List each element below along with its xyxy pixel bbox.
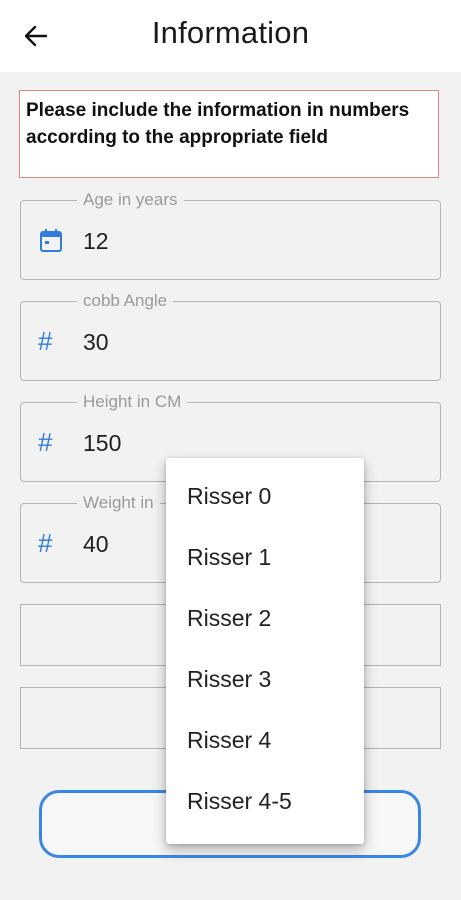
height-value: 150 (83, 430, 122, 456)
menu-item-risser-4[interactable]: Risser 4 (166, 710, 364, 771)
age-value: 12 (83, 228, 109, 254)
app-bar: Information (0, 0, 461, 72)
height-field-label: Height in CM (77, 392, 188, 412)
hash-icon: # (38, 326, 53, 356)
menu-item-risser-1[interactable]: Risser 1 (166, 527, 364, 588)
risser-dropdown-menu: Risser 0 Risser 1 Risser 2 Risser 3 Riss… (166, 458, 364, 844)
calendar-icon (40, 229, 62, 252)
instruction-notice: Please include the information in number… (19, 90, 439, 178)
menu-item-risser-4-5[interactable]: Risser 4-5 (166, 771, 364, 832)
age-field[interactable]: Age in years 12 (20, 190, 441, 280)
cobb-angle-field[interactable]: cobb Angle # 30 (20, 291, 441, 381)
page-title: Information (151, 15, 310, 50)
hash-icon: # (38, 427, 53, 457)
age-field-label: Age in years (77, 190, 184, 210)
menu-item-risser-3[interactable]: Risser 3 (166, 649, 364, 710)
menu-item-risser-2[interactable]: Risser 2 (166, 588, 364, 649)
weight-field-label: Weight in (77, 493, 160, 513)
menu-item-risser-0[interactable]: Risser 0 (166, 466, 364, 527)
weight-value: 40 (83, 531, 109, 557)
hash-icon: # (38, 528, 53, 558)
cobb-angle-value: 30 (83, 329, 109, 355)
cobb-angle-field-label: cobb Angle (77, 291, 174, 311)
